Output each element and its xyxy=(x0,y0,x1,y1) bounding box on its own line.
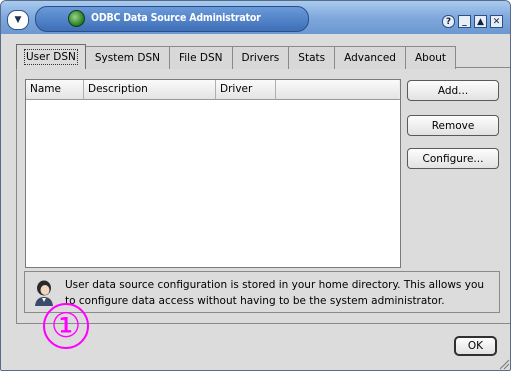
window-menu-button[interactable]: ▼ xyxy=(7,10,29,30)
info-text: User data source configuration is stored… xyxy=(65,279,485,307)
chevron-down-icon: ▼ xyxy=(14,15,22,25)
configure-button[interactable]: Configure... xyxy=(407,148,499,169)
tab-about[interactable]: About xyxy=(404,46,457,69)
close-icon: ✕ xyxy=(492,16,501,27)
column-header-filler xyxy=(276,80,399,99)
tab-system-dsn[interactable]: System DSN xyxy=(84,46,170,69)
title-pill[interactable]: ODBC Data Source Administrator xyxy=(35,6,309,32)
tab-stats[interactable]: Stats xyxy=(288,46,336,69)
column-header-name[interactable]: Name xyxy=(26,80,84,99)
tab-advanced[interactable]: Advanced xyxy=(334,46,406,69)
close-button[interactable]: ✕ xyxy=(490,15,503,28)
dsn-list[interactable]: Name Description Driver xyxy=(25,79,401,268)
help-button[interactable]: ? xyxy=(442,15,455,28)
odbc-app-icon xyxy=(68,10,85,27)
tab-drivers[interactable]: Drivers xyxy=(231,46,290,69)
tab-bar: User DSN System DSN File DSN Drivers Sta… xyxy=(16,44,457,69)
column-header-driver[interactable]: Driver xyxy=(216,80,276,99)
minimize-button[interactable]: _ xyxy=(458,15,471,28)
title-bar[interactable]: ▼ ODBC Data Source Administrator ? _ ▲ ✕ xyxy=(1,1,510,34)
add-button[interactable]: Add... xyxy=(407,80,499,101)
help-icon: ? xyxy=(445,16,452,27)
tab-file-dsn[interactable]: File DSN xyxy=(168,46,233,69)
person-icon xyxy=(35,280,53,306)
resize-grip-icon[interactable] xyxy=(498,358,510,370)
remove-button[interactable]: Remove xyxy=(407,115,499,136)
column-header-description[interactable]: Description xyxy=(84,80,216,99)
list-header: Name Description Driver xyxy=(26,80,400,100)
info-box: User data source configuration is stored… xyxy=(24,271,500,313)
maximize-icon: ▲ xyxy=(477,16,484,27)
maximize-button[interactable]: ▲ xyxy=(474,15,487,28)
callout-marker: ① xyxy=(43,303,89,349)
window-title: ODBC Data Source Administrator xyxy=(91,12,261,24)
minimize-icon: _ xyxy=(462,16,467,27)
ok-button[interactable]: OK xyxy=(454,336,497,356)
tab-user-dsn[interactable]: User DSN xyxy=(16,44,86,69)
